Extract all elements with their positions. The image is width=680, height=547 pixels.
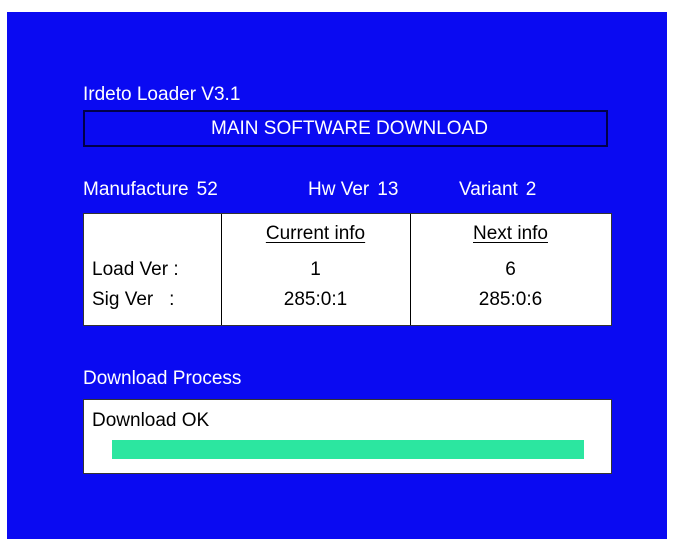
- hw-ver-value: 13: [377, 179, 399, 200]
- progress-fill: [112, 440, 584, 459]
- loader-screen: Irdeto Loader V3.1 MAIN SOFTWARE DOWNLOA…: [7, 12, 667, 539]
- sig-ver-next: 285:0:6: [478, 289, 543, 310]
- progress-bar: [112, 440, 584, 459]
- variant-label: Variant: [459, 179, 518, 200]
- sig-ver-label: Sig Ver :: [92, 289, 175, 310]
- loader-title: Irdeto Loader V3.1: [83, 84, 241, 105]
- download-status: Download OK: [92, 410, 210, 431]
- variant-value: 2: [525, 179, 537, 200]
- download-process-box: Download OK: [83, 399, 612, 474]
- hw-ver-label: Hw Ver: [308, 179, 370, 200]
- header-title: MAIN SOFTWARE DOWNLOAD: [211, 117, 488, 139]
- next-info-header: Next info: [473, 223, 548, 244]
- version-info-table: Current info Next info Load Ver : 1 6 Si…: [83, 213, 612, 326]
- variant-info: Variant 2: [459, 179, 536, 201]
- header-box: MAIN SOFTWARE DOWNLOAD: [83, 110, 608, 147]
- sig-ver-current: 285:0:1: [283, 289, 348, 310]
- load-ver-current: 1: [310, 259, 321, 280]
- manufacture-value: 52: [196, 179, 218, 200]
- load-ver-next: 6: [505, 259, 516, 280]
- load-ver-label: Load Ver :: [92, 259, 179, 280]
- current-info-header: Current info: [265, 223, 366, 244]
- hw-ver-info: Hw Ver 13: [308, 179, 398, 201]
- manufacture-info: Manufacture 52: [83, 179, 218, 201]
- manufacture-label: Manufacture: [83, 179, 189, 200]
- download-process-label: Download Process: [83, 368, 242, 389]
